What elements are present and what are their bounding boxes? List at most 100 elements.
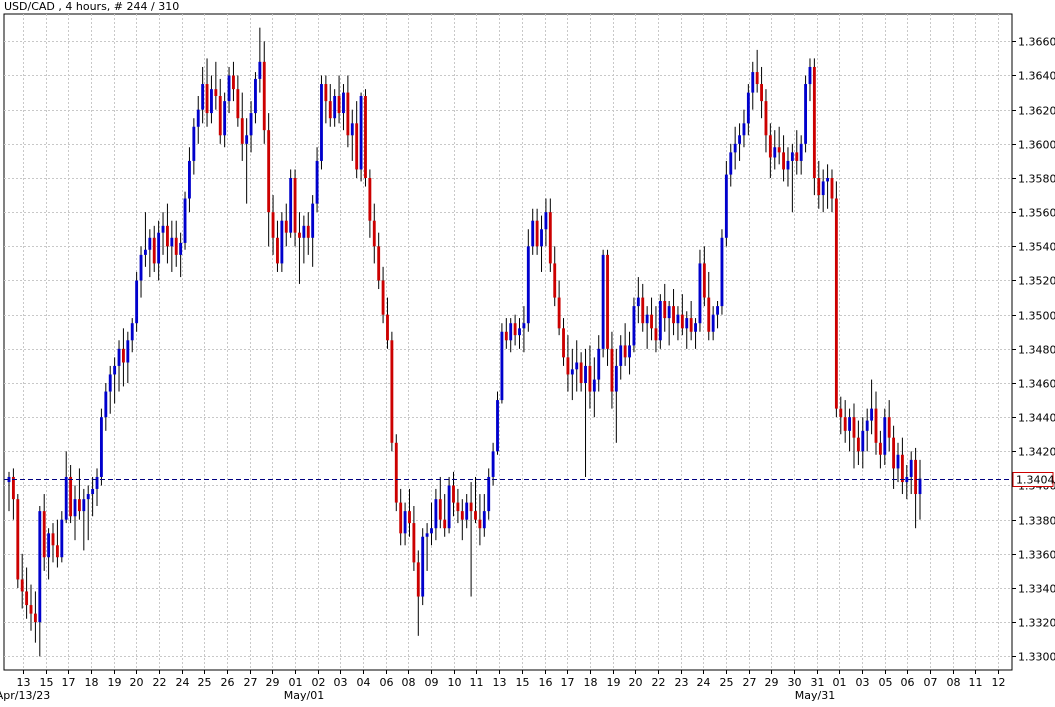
candle-body [531,220,535,247]
candle-body [218,96,222,136]
candle-body [368,178,372,221]
candle-body [342,92,345,114]
candle-body [394,442,398,503]
candle-body [874,408,878,443]
candle-body [113,365,117,375]
candle-body [535,220,539,247]
x-date-label: 05 [879,676,893,689]
candle-body [262,61,266,131]
candle-body [777,147,781,153]
candle-body [663,301,667,319]
candle-body [491,451,495,477]
x-date-label: 08 [947,676,961,689]
candle-body [742,123,746,136]
candle-body [526,246,530,324]
y-tick-label: 1.3640 [1018,70,1055,83]
x-date-label: 19 [108,676,122,689]
candle-body [386,314,389,341]
x-date-label: 06 [380,676,394,689]
candle-body [694,323,697,332]
candle-body [812,66,816,178]
candle-body [795,152,799,161]
candle-body [412,523,416,563]
candle-body [570,369,574,375]
candle-body [170,237,174,247]
candle-body [896,454,900,469]
candle-body [782,152,786,170]
candle-body [377,246,381,281]
candle-body [201,84,205,110]
candle-body [161,225,165,233]
candle-body [350,123,354,136]
candle-body [91,488,95,495]
x-date-label: 16 [539,676,553,689]
candle-body [443,519,447,529]
candlestick-chart: 1.3660 1.3640 1.3620 1.3600 1.3580 1.3560 1.35… [0,13,1055,702]
candle-body [421,536,425,597]
y-tick-label: 1.3600 [1018,139,1055,152]
candle-body [698,263,702,324]
candle-body [126,340,130,363]
candle-body [892,437,896,469]
candle-body [135,280,139,324]
x-date-label: 12 [992,676,1006,689]
candle-body [205,84,209,114]
candle-body [773,147,777,158]
x-date-label: 17 [62,676,76,689]
candle-body [95,476,99,489]
candle-body [267,130,271,213]
candle-body [33,613,37,623]
candle-body [839,408,843,418]
candle-body [284,220,288,233]
x-date-label: 29 [765,676,779,689]
candle-body [918,478,922,495]
price-axis: 1.3660 1.3640 1.3620 1.3600 1.3580 1.3560 1.35… [1012,36,1055,664]
candle-body [861,430,865,452]
y-tick-label: 1.3480 [1018,344,1055,357]
candle-body [817,178,821,196]
y-tick-label: 1.3580 [1018,173,1055,186]
candle-body [905,476,909,483]
candle-body [55,545,59,558]
candle-body [416,562,420,597]
x-date-label: 11 [969,676,983,689]
date-axis: 13 15 17 18 19 20 22 24 25 26 27 29 01 02 03 04 06 08 09 10… [0,670,1006,702]
candle-body [900,454,904,483]
candle-body [447,485,451,529]
candle-body [645,314,649,324]
candle-body [592,379,596,392]
x-date-label: 22 [153,676,167,689]
x-month-label: Apr/13/23 [0,689,50,702]
candle-body [240,118,244,144]
x-date-label: 20 [130,676,144,689]
candle-body [399,502,403,534]
candle-body [509,323,513,341]
x-date-label: 04 [357,676,371,689]
candle-body [650,314,653,329]
y-tick-label: 1.3420 [1018,446,1055,459]
candle-body [760,84,763,102]
candle-body [575,362,579,370]
candle-body [280,220,284,264]
candle-body [355,123,359,170]
candle-body [148,237,152,250]
candle-body [320,84,323,161]
x-date-label: 03 [856,676,870,689]
candle-body [20,579,24,592]
candle-body [909,459,913,477]
candle-body [130,323,134,341]
x-date-label: 27 [743,676,757,689]
candle-body [60,519,64,558]
candle-body [619,345,623,366]
candle-body [298,232,301,238]
candle-body [11,476,15,500]
candle-body [597,348,601,380]
y-tick-label: 1.3300 [1018,651,1055,664]
x-date-label: 26 [221,676,235,689]
candle-body [865,420,869,431]
x-date-label: 08 [402,676,416,689]
x-date-label: 13 [493,676,507,689]
x-date-label: 01 [289,676,303,689]
candle-body [425,533,429,537]
x-date-label: 15 [40,676,54,689]
